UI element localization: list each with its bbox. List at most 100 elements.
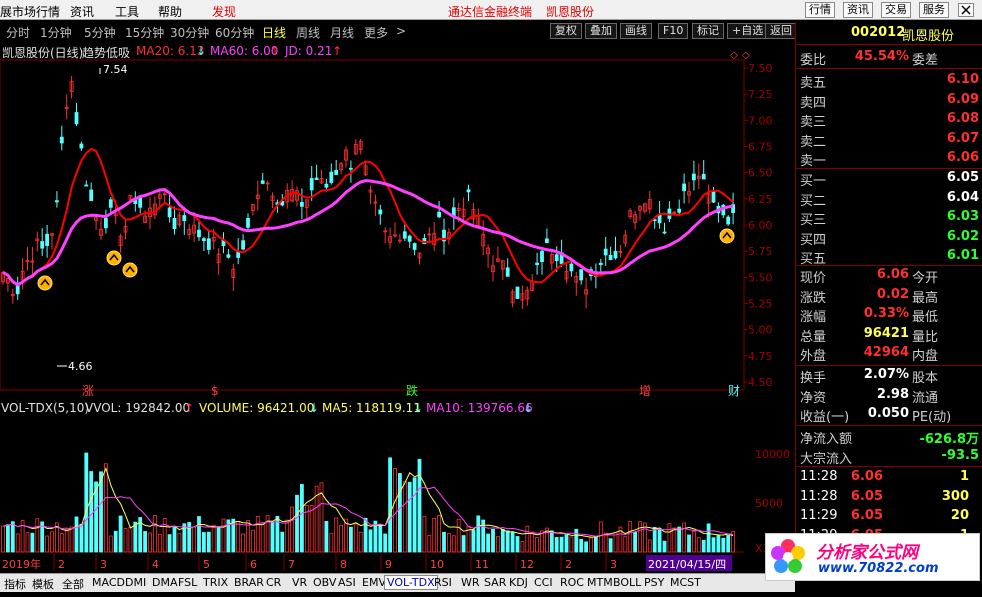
indicator-tab[interactable]: BRAR	[232, 576, 266, 589]
flow-row-value: -93.5	[941, 447, 979, 463]
volume-bar	[652, 526, 657, 553]
indicator-tab[interactable]: ASI	[336, 576, 358, 589]
indicator-tab[interactable]: ROC	[558, 576, 586, 589]
period-week[interactable]: 周线	[296, 24, 320, 41]
tick-volume: 1	[959, 469, 969, 484]
period-60min[interactable]: 60分钟	[215, 24, 254, 41]
indicator-tab[interactable]: CR	[264, 576, 283, 589]
volume-bar	[471, 529, 476, 553]
ask-row: 卖一 6.06	[796, 149, 982, 169]
price-tick-label: 5.75	[748, 245, 773, 258]
draw-button[interactable]: 画线	[620, 23, 652, 39]
indicator-tab[interactable]: MCST	[668, 576, 703, 589]
volume-bar	[608, 538, 613, 553]
candle-body	[701, 173, 706, 180]
buy-signal-icon	[122, 262, 138, 278]
indicator-tab[interactable]: 指标	[2, 576, 28, 592]
menu-trade-button[interactable]: 交易	[881, 2, 911, 18]
menu-news-button[interactable]: 资讯	[843, 2, 873, 18]
indicator-tab[interactable]: BOLL	[611, 576, 643, 589]
event-marker: 涨	[82, 383, 94, 398]
high-label: 7.54	[103, 63, 128, 76]
volume-bar	[589, 537, 593, 553]
menu-info[interactable]: 资讯	[70, 3, 94, 20]
overlay-button[interactable]: 叠加	[585, 23, 617, 39]
candle-body	[682, 183, 686, 192]
arrow-down-icon: ↓	[523, 401, 533, 415]
period-day[interactable]: 日线	[262, 24, 286, 41]
menu-help[interactable]: 帮助	[158, 3, 182, 20]
volume-bar	[456, 518, 461, 553]
volume-bar	[353, 523, 358, 553]
ask-row-value: 6.08	[946, 111, 979, 126]
indicator-tab[interactable]: VOL-TDX	[384, 575, 438, 590]
more-arrow-icon[interactable]: >	[396, 24, 406, 38]
period-1min[interactable]: 1分钟	[40, 24, 72, 41]
menu-quote-button[interactable]: 行情	[805, 2, 835, 18]
stat-row: 涨跌 0.02 最高	[796, 286, 982, 306]
period-30min[interactable]: 30分钟	[170, 24, 209, 41]
watchlist-button[interactable]: +自选	[727, 23, 769, 39]
event-marker: 财	[728, 384, 740, 398]
volume-bar	[530, 531, 535, 553]
indicator-tab[interactable]: SAR	[482, 576, 508, 589]
period-5min[interactable]: 5分钟	[84, 24, 116, 41]
mark-button[interactable]: 标记	[692, 23, 724, 39]
ask-row-label: 卖五	[800, 76, 827, 91]
quote-header: 002012 凯恩股份	[796, 24, 982, 44]
stat2-row-value: 0.050	[867, 406, 909, 421]
indicator-tab[interactable]: DMI	[123, 576, 148, 589]
tick-row: 11:28 6.06 1	[796, 468, 982, 487]
volume-bar	[368, 529, 373, 553]
menu-discover[interactable]: 发现	[212, 3, 236, 20]
stat2-row-value: 2.98	[876, 386, 909, 402]
volume-bar	[388, 457, 393, 553]
period-tick[interactable]: 分时	[6, 24, 30, 41]
period-month[interactable]: 月线	[330, 24, 354, 41]
indicator-tab[interactable]: KDJ	[507, 576, 530, 589]
indicator-tab[interactable]: CCI	[532, 576, 555, 589]
volume-bar	[295, 494, 299, 553]
menu-tools[interactable]: 工具	[115, 3, 139, 20]
candle-body	[167, 207, 172, 218]
period-more[interactable]: 更多	[364, 24, 388, 41]
close-icon[interactable]	[958, 3, 974, 17]
indicator-tab[interactable]: PSY	[642, 576, 666, 589]
candle-body	[412, 243, 417, 250]
indicator-tab[interactable]: 模板	[30, 576, 56, 592]
volume-bar	[201, 532, 206, 553]
period-15min[interactable]: 15分钟	[125, 24, 164, 41]
candle-body	[246, 217, 250, 228]
indicator-tab[interactable]: 全部	[60, 576, 86, 592]
menu-market[interactable]: 展市场行情	[0, 3, 60, 20]
volume-bar	[446, 533, 451, 553]
back-button[interactable]: 返回	[765, 23, 797, 39]
stat2-row-label: 收益(一)	[800, 410, 850, 425]
indicator-tab[interactable]: TRIX	[201, 576, 230, 589]
bid-row-label: 买四	[800, 232, 827, 248]
adjust-button[interactable]: 复权	[550, 23, 582, 39]
tick-price: 6.05	[850, 488, 883, 504]
indicator-tab[interactable]: MACD	[90, 576, 127, 589]
kline-chart[interactable]: 7.50 7.25 7.00 6.75 6.50 6.25 6.00 5.75 5.50 5.25…	[0, 44, 795, 574]
stat-row-label2: 量比	[912, 329, 939, 345]
stat2-row-label2: 股本	[912, 371, 939, 386]
candle-body	[260, 180, 265, 184]
menu-service-button[interactable]: 服务	[919, 2, 949, 18]
indicator-tab[interactable]: WR	[459, 576, 482, 589]
f10-button[interactable]: F10	[658, 23, 689, 39]
bid-row: 买五 6.01	[796, 247, 982, 267]
indicator-tab[interactable]: RSI	[432, 576, 454, 589]
price-panel-frame	[0, 59, 745, 391]
price-tick-label: 5.25	[748, 298, 773, 311]
volume-bar	[79, 523, 84, 553]
low-label: 4.66	[68, 360, 93, 373]
date-month-label: 2	[58, 558, 65, 571]
indicator-tab[interactable]: FSL	[176, 576, 199, 589]
candle-body	[603, 248, 608, 256]
indicator-tab[interactable]: VR	[290, 576, 309, 589]
stat2-row: 换手 2.07% 股本	[796, 366, 982, 386]
volume-bar	[216, 526, 221, 553]
indicator-tab[interactable]: OBV	[311, 576, 338, 589]
arrow-up-icon: ↑	[270, 44, 281, 58]
